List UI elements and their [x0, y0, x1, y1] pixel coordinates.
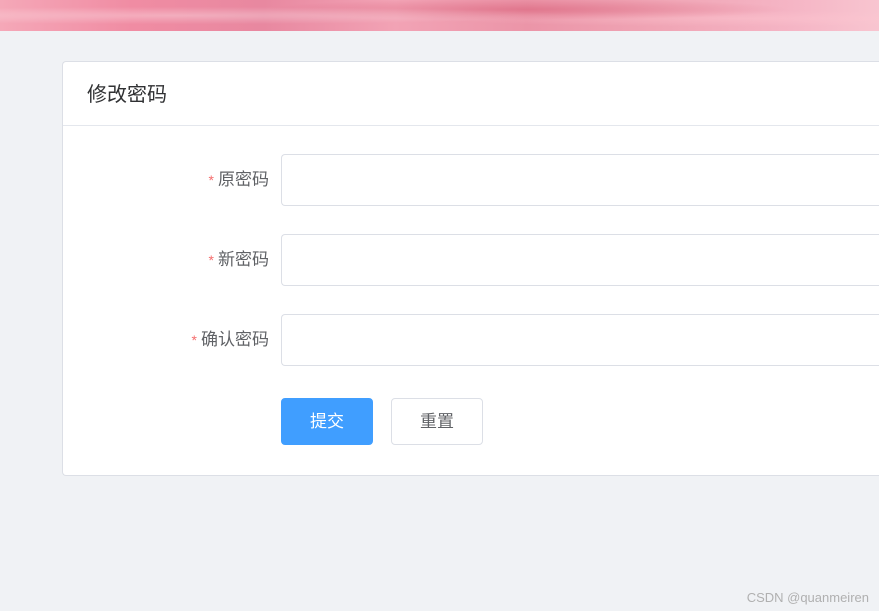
confirm-password-label: *确认密码	[63, 320, 281, 361]
old-password-input[interactable]	[281, 154, 879, 206]
submit-button[interactable]: 提交	[281, 398, 373, 445]
new-password-label: *新密码	[63, 240, 281, 281]
header-banner	[0, 0, 879, 31]
required-mark-icon: *	[192, 332, 197, 348]
panel-header: 修改密码	[63, 62, 879, 126]
label-text: 新密码	[218, 250, 269, 269]
reset-button[interactable]: 重置	[391, 398, 483, 445]
confirm-password-input[interactable]	[281, 314, 879, 366]
form-item-new-password: *新密码	[63, 234, 879, 286]
form-item-old-password: *原密码	[63, 154, 879, 206]
required-mark-icon: *	[209, 172, 214, 188]
label-text: 原密码	[218, 170, 269, 189]
panel-title: 修改密码	[87, 78, 858, 107]
required-mark-icon: *	[209, 252, 214, 268]
old-password-label: *原密码	[63, 160, 281, 201]
new-password-input[interactable]	[281, 234, 879, 286]
watermark: CSDN @quanmeiren	[747, 590, 869, 605]
form-buttons: 提交 重置	[63, 398, 879, 445]
change-password-panel: 修改密码 *原密码 *新密码 *确认密码	[62, 61, 879, 476]
form-item-confirm-password: *确认密码	[63, 314, 879, 366]
label-text: 确认密码	[201, 330, 269, 349]
content-area: 修改密码 *原密码 *新密码 *确认密码	[0, 31, 879, 611]
panel-body: *原密码 *新密码 *确认密码 提交 重置	[63, 126, 879, 475]
